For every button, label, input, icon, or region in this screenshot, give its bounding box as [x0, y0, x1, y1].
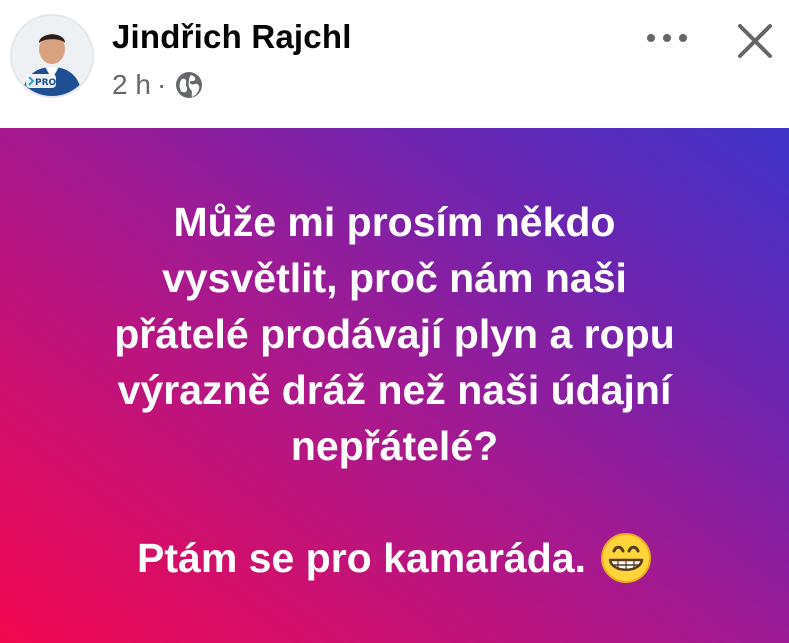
- closing-line-text: Ptám se pro kamaráda.: [137, 535, 586, 581]
- grinning-face-emoji: [600, 533, 651, 583]
- close-icon: [738, 24, 772, 58]
- post-text-line: Může mi prosím někdo: [173, 199, 616, 245]
- post-header: PRO Jindřich Rajchl 2 h ·: [0, 0, 789, 128]
- post-text-line: vysvětlit, proč nám naši: [162, 255, 627, 301]
- avatar-badge-text: PRO: [35, 78, 57, 88]
- post-text: Může mi prosím někdo vysvětlit, proč nám…: [20, 194, 769, 586]
- facebook-post: PRO Jindřich Rajchl 2 h · Může mi prosím…: [0, 0, 789, 643]
- more-horizontal-icon: [647, 34, 687, 42]
- post-text-line: přátelé prodávají plyn a ropu: [114, 311, 675, 357]
- close-post-button[interactable]: [728, 14, 782, 68]
- post-background: Může mi prosím někdo vysvětlit, proč nám…: [0, 128, 789, 643]
- post-time[interactable]: 2 h: [112, 69, 151, 101]
- author-avatar[interactable]: PRO: [10, 14, 94, 98]
- author-name[interactable]: Jindřich Rajchl: [112, 18, 352, 56]
- post-text-line: výrazně dráž než naši údajní: [117, 367, 672, 413]
- meta-separator: ·: [156, 69, 167, 100]
- more-options-button[interactable]: [636, 22, 698, 54]
- closing-line: Ptám se pro kamaráda.: [20, 530, 769, 586]
- post-text-line: nepřátelé?: [290, 423, 499, 469]
- globe-icon[interactable]: [174, 70, 204, 100]
- avatar-photo: PRO: [12, 16, 92, 96]
- post-meta: 2 h ·: [112, 68, 204, 102]
